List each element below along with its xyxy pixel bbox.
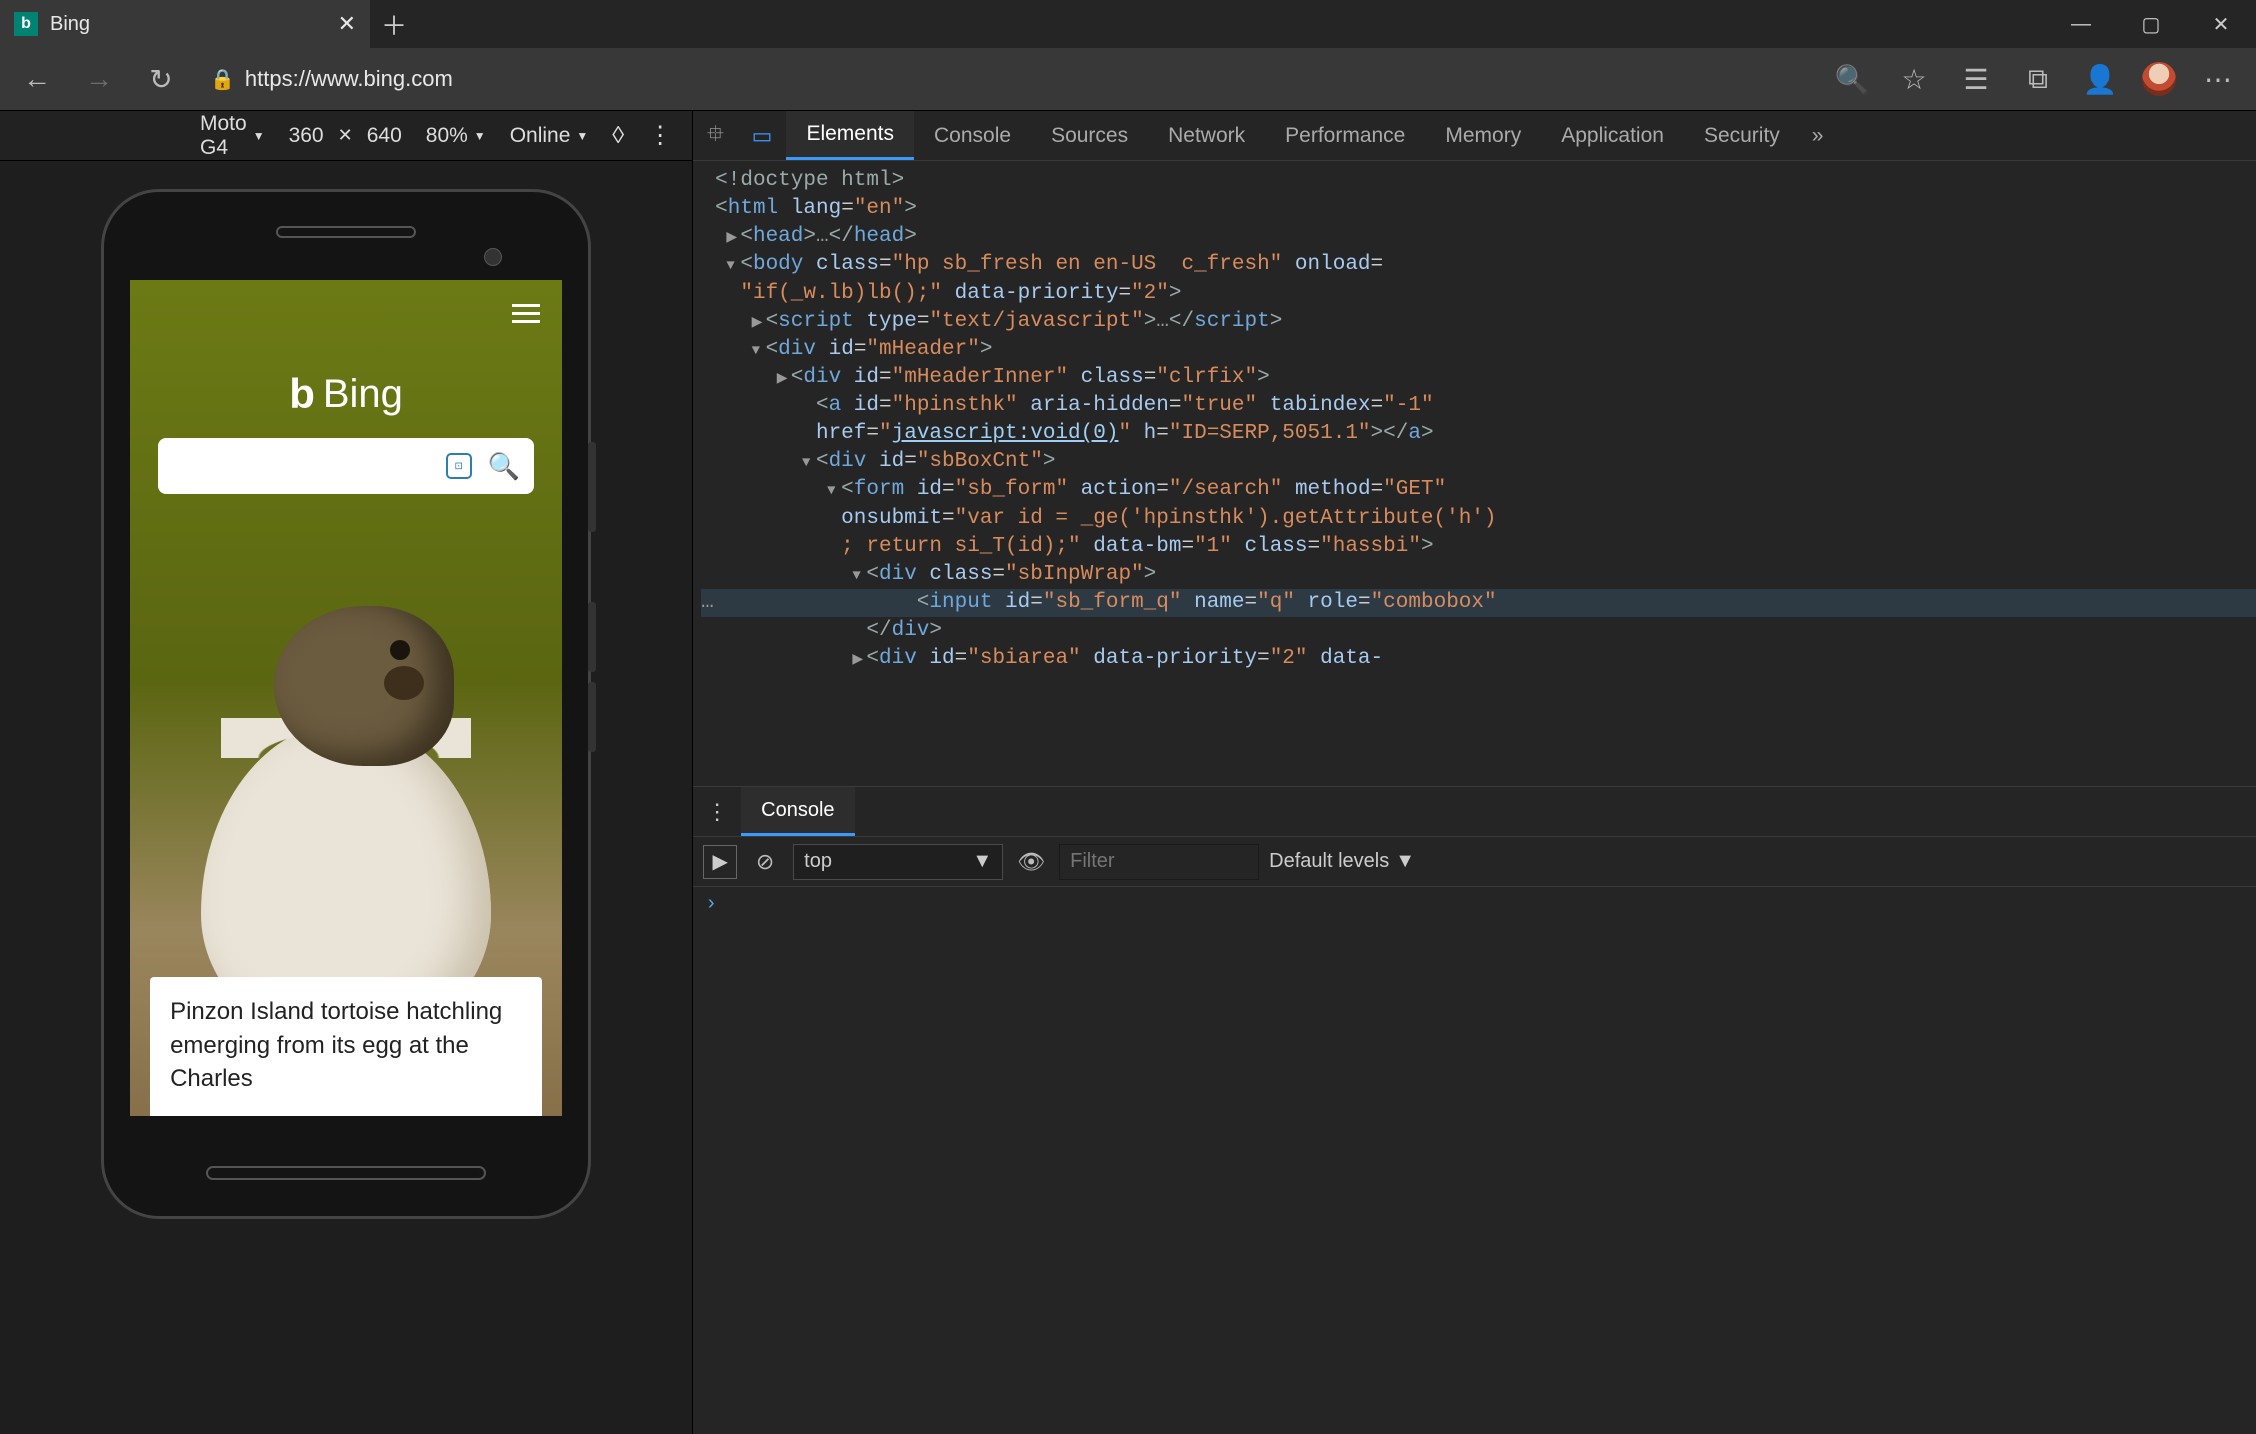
eye-icon[interactable]: 👁 — [1013, 849, 1049, 875]
close-window-button[interactable]: ✕ — [2186, 0, 2256, 48]
devtools-tab-security[interactable]: Security — [1684, 111, 1800, 160]
rotate-icon[interactable]: ◊ — [612, 122, 624, 150]
devtools-tab-elements[interactable]: Elements — [786, 111, 914, 160]
back-button[interactable]: ← — [8, 50, 66, 108]
bing-logo: bBing — [130, 370, 562, 418]
caption-text: Pinzon Island tortoise hatchling emergin… — [170, 998, 502, 1092]
log-levels-select[interactable]: Default levels ▼ — [1269, 850, 1415, 873]
new-tab-button[interactable]: ＋ — [370, 0, 418, 48]
device-mode-icon[interactable]: ▭ — [738, 111, 787, 160]
elements-dom-tree[interactable]: <!doctype html> <html lang="en"> ▶ <head… — [693, 161, 2256, 841]
levels-label: Default levels — [1269, 850, 1389, 873]
dimension-separator: ✕ — [330, 125, 361, 146]
window-controls: ― ▢ ✕ — [2046, 0, 2256, 48]
favorites-list-icon[interactable]: ☰ — [1946, 50, 2006, 108]
maximize-button[interactable]: ▢ — [2116, 0, 2186, 48]
inspect-icon[interactable]: ⯐ — [693, 111, 738, 160]
url-text: https://www.bing.com — [245, 66, 453, 92]
hamburger-icon[interactable] — [512, 304, 540, 323]
lock-icon: 🔒 — [210, 67, 235, 92]
visual-search-icon[interactable]: ⊡ — [446, 453, 472, 479]
bing-favicon: b — [14, 12, 38, 36]
more-menu-icon[interactable]: ⋯ — [2188, 50, 2248, 108]
front-camera — [484, 248, 502, 266]
toggle-sidebar-icon[interactable]: ▶ — [703, 845, 737, 879]
reload-button[interactable]: ↻ — [132, 50, 190, 108]
devtools-tabs: ⯐ ▭ ElementsConsoleSourcesNetworkPerform… — [693, 111, 2256, 161]
devtools-tab-sources[interactable]: Sources — [1031, 111, 1148, 160]
context-value: top — [804, 850, 832, 873]
console-body[interactable]: › — [693, 887, 2256, 1434]
chevron-down-icon: ▼ — [1395, 850, 1415, 873]
console-drawer: ⋮ Console ✕ ▶ ⊘ top ▼ 👁 Default levels ▼… — [693, 786, 2256, 1434]
side-button — [588, 602, 596, 672]
devtools-panel: ⯐ ▭ ElementsConsoleSourcesNetworkPerform… — [693, 111, 2256, 1434]
tab-title: Bing — [50, 13, 90, 36]
device-frame: bBing ⊡ 🔍 Pinzon Island tortoise hatchli… — [101, 189, 591, 1219]
viewport-height[interactable]: 640 — [367, 124, 402, 148]
console-tab[interactable]: Console — [741, 787, 854, 836]
side-button — [588, 442, 596, 532]
kebab-menu-icon[interactable]: ⋮ — [648, 121, 692, 150]
search-icon[interactable]: 🔍 — [488, 451, 520, 482]
device-select[interactable]: Moto G4 ▼ — [200, 112, 265, 160]
avatar[interactable] — [2142, 62, 2176, 96]
browser-tab[interactable]: b Bing ✕ — [0, 0, 370, 48]
collections-icon[interactable]: ⧉ — [2008, 50, 2068, 108]
device-toolbar: Moto G4 ▼ 360 ✕ 640 80% ▼ Online ▼ ◊ ⋮ — [0, 111, 692, 161]
drawer-kebab-icon[interactable]: ⋮ — [693, 787, 741, 836]
profile-icon[interactable]: 👤 — [2070, 50, 2130, 108]
console-filter-input[interactable] — [1059, 844, 1259, 880]
favorite-icon[interactable]: ☆ — [1884, 50, 1944, 108]
search-input[interactable]: ⊡ 🔍 — [158, 438, 534, 494]
chevron-down-icon: ▼ — [972, 850, 992, 873]
throttle-value: Online — [510, 124, 571, 148]
context-select[interactable]: top ▼ — [793, 844, 1003, 880]
url-field[interactable]: 🔒 https://www.bing.com — [194, 57, 1544, 101]
image-caption[interactable]: Pinzon Island tortoise hatchling emergin… — [150, 977, 542, 1116]
zoom-value: 80% — [426, 124, 468, 148]
hero-image — [130, 516, 562, 1056]
tabs-overflow-icon[interactable]: » — [1800, 111, 1836, 160]
chevron-down-icon: ▼ — [474, 129, 486, 143]
devtools-tab-application[interactable]: Application — [1541, 111, 1684, 160]
throttle-select[interactable]: Online ▼ — [510, 124, 589, 148]
devtools-tab-performance[interactable]: Performance — [1265, 111, 1425, 160]
chevron-down-icon: ▼ — [576, 129, 588, 143]
rendered-page[interactable]: bBing ⊡ 🔍 Pinzon Island tortoise hatchli… — [130, 280, 562, 1116]
device-name: Moto G4 — [200, 112, 247, 160]
close-tab-icon[interactable]: ✕ — [338, 11, 356, 37]
console-prompt: › — [705, 893, 717, 916]
brand-text: Bing — [323, 372, 403, 417]
devtools-tab-network[interactable]: Network — [1148, 111, 1265, 160]
minimize-button[interactable]: ― — [2046, 0, 2116, 48]
window-titlebar: b Bing ✕ ＋ ― ▢ ✕ — [0, 0, 2256, 48]
address-bar: ← → ↻ 🔒 https://www.bing.com 🔍 ☆ ☰ ⧉ 👤 ⋯ — [0, 48, 2256, 111]
viewport-width[interactable]: 360 — [289, 124, 324, 148]
home-bar — [206, 1166, 486, 1180]
clear-console-icon[interactable]: ⊘ — [747, 849, 783, 875]
zoom-select[interactable]: 80% ▼ — [426, 124, 486, 148]
earpiece — [276, 226, 416, 238]
side-button — [588, 682, 596, 752]
zoom-icon[interactable]: 🔍 — [1822, 50, 1882, 108]
forward-button[interactable]: → — [70, 50, 128, 108]
devtools-tab-console[interactable]: Console — [914, 111, 1031, 160]
chevron-down-icon: ▼ — [253, 129, 265, 143]
devtools-tab-memory[interactable]: Memory — [1425, 111, 1541, 160]
